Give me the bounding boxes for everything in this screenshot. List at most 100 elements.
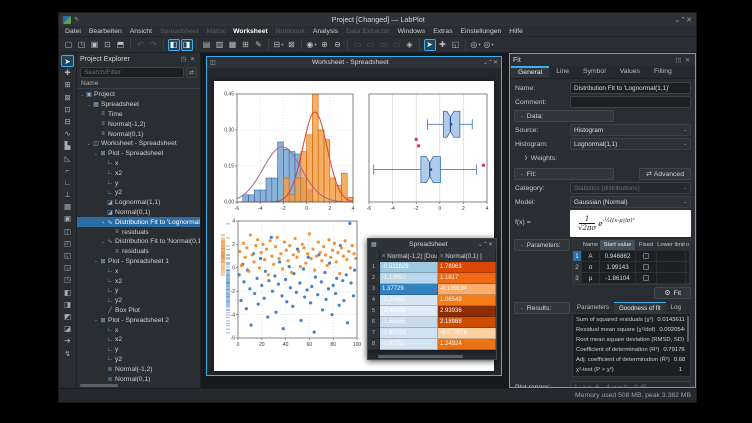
tree-item-normal-0-1[interactable]: ◪Normal(0,1)	[77, 208, 200, 218]
param-col-fixed[interactable]: Fixed	[636, 240, 657, 251]
import-data-icon[interactable]: ⊟▾	[273, 39, 285, 51]
tree-item-y2[interactable]: ∟y2	[77, 188, 200, 198]
split-tool-1-icon[interactable]: ◧	[61, 287, 74, 299]
tree-item-x2[interactable]: ∟x2	[77, 335, 200, 345]
row-number[interactable]: 3	[368, 284, 380, 295]
tree-item-plot-spreadsheet-1[interactable]: ⌄⊠Plot - Spreadsheet 1	[77, 257, 200, 267]
param-lower-limit[interactable]	[657, 262, 686, 273]
param-col-start-value[interactable]: Start value	[600, 240, 636, 251]
results-tab-log[interactable]: Log	[666, 302, 686, 313]
fixed-checkbox[interactable]	[643, 264, 649, 270]
split-tool-4-icon[interactable]: ◪	[61, 323, 74, 335]
close-icon[interactable]: ✕	[188, 55, 197, 63]
menu-einstellungen[interactable]: Einstellungen	[456, 28, 505, 35]
cell-value[interactable]: 2.18988	[438, 317, 496, 328]
layout-tool-4-icon[interactable]: ◳	[61, 274, 74, 286]
cell-value[interactable]: -1.55485	[380, 317, 438, 328]
tree-hscrollbar[interactable]	[77, 382, 200, 388]
row-number[interactable]: 6	[368, 317, 380, 328]
tree-item-distribution-fit-to-normal-0-1[interactable]: ⌄∿Distribution Fit to 'Normal(0,1)'	[77, 237, 200, 247]
tree-item-y[interactable]: ∟y	[77, 286, 200, 296]
add-curve-icon[interactable]: ▭	[352, 39, 364, 51]
add-axis-icon[interactable]: ▭	[378, 39, 390, 51]
print-icon[interactable]: ⊡	[102, 39, 114, 51]
crosshair-tool-icon[interactable]: ✚	[61, 67, 74, 79]
detach-icon[interactable]: ◳	[179, 55, 188, 63]
parameters-section-toggle[interactable]: ⌄ Parameters:	[514, 239, 570, 251]
redo-icon[interactable]: ↷	[148, 39, 160, 51]
magnify-icon[interactable]: ◎▾	[470, 39, 482, 51]
param-start-value[interactable]: 0.946862	[600, 251, 636, 262]
histogram-plot-svg[interactable]: 0.000.150.300.45-6-4-2024	[220, 90, 357, 213]
tree-item-normal-1-2[interactable]: ≋Normal(-1,2)	[77, 364, 200, 374]
layout-tool-3-icon[interactable]: ◲	[61, 262, 74, 274]
tree-item-box-plot[interactable]: ╱Box Plot	[77, 306, 200, 316]
toggle-properties-explorer-icon[interactable]: ◨	[181, 39, 193, 51]
weights-section-toggle[interactable]: ❯ Weights:	[514, 152, 691, 164]
cell-value[interactable]: 1.1817	[438, 273, 496, 284]
split-tool-3-icon[interactable]: ◩	[61, 311, 74, 323]
row-number[interactable]: 7	[368, 328, 380, 339]
param-col-lower-limit[interactable]: Lower limit	[657, 240, 686, 251]
tab-general[interactable]: General	[511, 66, 549, 78]
tree-item-lognormal-1-1[interactable]: ◪Lognormal(1,1)	[77, 198, 200, 208]
zoom-out-view-icon[interactable]: ⊖	[332, 39, 344, 51]
column-header-normal-1-2-dou[interactable]: ≡Normal(-1,2) [Dou	[380, 250, 438, 262]
fit-run-button[interactable]: ⚙ Fit	[654, 287, 691, 299]
select-mode-icon[interactable]: ➤	[424, 39, 436, 51]
cell-value[interactable]: -1.13597	[380, 273, 438, 284]
tree-item-time[interactable]: ≡Time	[77, 110, 200, 120]
comment-input[interactable]	[570, 96, 691, 108]
param-row-number[interactable]: 1	[573, 251, 582, 262]
param-row-number[interactable]: 3	[573, 273, 582, 284]
zoom-select-mode-icon[interactable]: ◱	[450, 39, 462, 51]
tab-line[interactable]: Line	[549, 66, 576, 78]
tree-item-project[interactable]: ⌄▣Project	[77, 90, 200, 100]
name-input[interactable]	[570, 82, 691, 94]
cursor-tool-icon[interactable]: ➤	[61, 55, 74, 67]
close-icon[interactable]: ✕	[683, 56, 692, 64]
tree-item-y2[interactable]: ∟y2	[77, 296, 200, 306]
tree-item-residuals[interactable]: ≡residuals	[77, 247, 200, 257]
histogram-select[interactable]: Lognormal(1,1) ⌄	[570, 138, 691, 150]
tree-item-spreadsheet[interactable]: ⌄▦Spreadsheet	[77, 100, 200, 110]
grid-tool-icon[interactable]: ▦	[61, 201, 74, 213]
zoom-in-view-icon[interactable]: ⊕	[319, 39, 331, 51]
tree-item-normal-1-2[interactable]: ≡Normal(-1,2)	[77, 119, 200, 129]
lightning-tool-icon[interactable]: ↯	[61, 348, 74, 360]
zoom-y-tool-icon[interactable]: ⊠	[61, 92, 74, 104]
param-upper-limit[interactable]	[686, 262, 690, 273]
search-input[interactable]	[80, 67, 184, 78]
export-icon[interactable]: ⬒	[115, 39, 127, 51]
menu-windows[interactable]: Windows	[394, 28, 430, 35]
undo-icon[interactable]: ↶	[135, 39, 147, 51]
param-lower-limit[interactable]	[657, 251, 686, 262]
menu-notebook[interactable]: Notebook	[272, 28, 309, 35]
tree-item-y[interactable]: ∟y	[77, 178, 200, 188]
zoom-fit-tool-icon[interactable]: ⊡	[61, 104, 74, 116]
open-project-icon[interactable]: ◳	[76, 39, 88, 51]
save-project-icon[interactable]: ▣	[89, 39, 101, 51]
new-matrix-icon[interactable]: ⊞	[240, 39, 252, 51]
param-col-name[interactable]: Name	[582, 240, 600, 251]
menu-hilfe[interactable]: Hilfe	[505, 28, 527, 35]
new-note-icon[interactable]: ✎	[253, 39, 265, 51]
histogram-tool-icon[interactable]: ▙	[61, 140, 74, 152]
boxplot-svg[interactable]: -6-4-2024	[364, 90, 492, 213]
new-folder-icon[interactable]: ▤	[201, 39, 213, 51]
menu-analysis[interactable]: Analysis	[309, 28, 342, 35]
cell-value[interactable]: -0.199194	[438, 284, 496, 295]
arrow-tool-icon[interactable]: ➔	[61, 335, 74, 347]
arrange-layout-icon[interactable]: ◈	[404, 39, 416, 51]
toggle-project-explorer-icon[interactable]: ◧	[168, 39, 180, 51]
split-tool-2-icon[interactable]: ◨	[61, 299, 74, 311]
tree-item-distribution-fit-to-lognormal-1-1[interactable]: ⌄∿Distribution Fit to 'Lognormal(1,1)'	[77, 217, 200, 227]
tree-column-header[interactable]: Name	[77, 79, 200, 89]
scrollbar-thumb[interactable]	[687, 316, 690, 342]
cell-value[interactable]: 1.37729	[380, 284, 438, 295]
menu-extras[interactable]: Extras	[429, 28, 456, 35]
crosshair-mode-icon[interactable]: ✚	[437, 39, 449, 51]
cell-value[interactable]: -2.48784	[380, 306, 438, 317]
menu-data-extractor[interactable]: Data Extractor	[342, 28, 393, 35]
tree-item-y2[interactable]: ∟y2	[77, 355, 200, 365]
